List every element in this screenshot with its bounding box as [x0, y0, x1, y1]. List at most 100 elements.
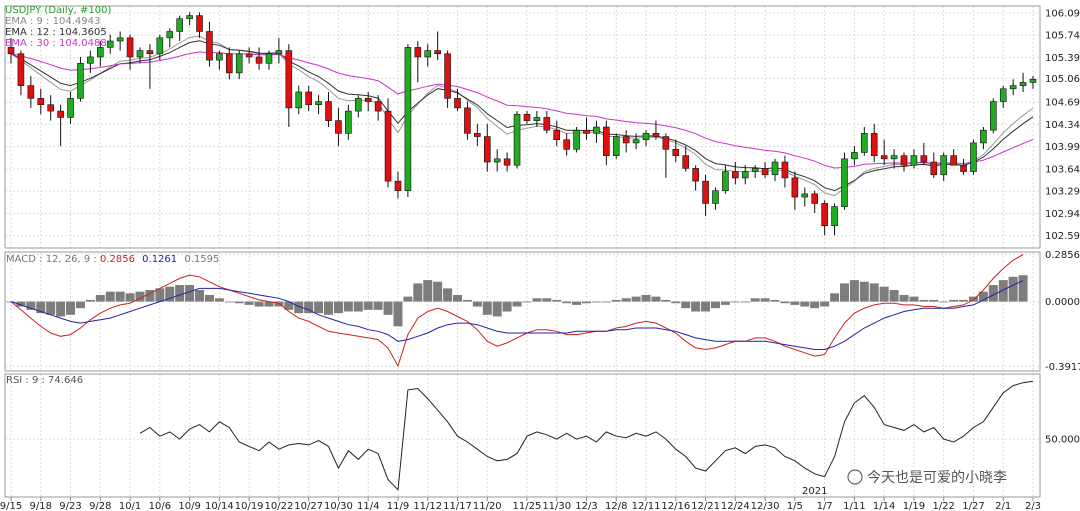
macd-histogram-bar	[790, 301, 800, 305]
x-tick-label: 12/30	[751, 501, 780, 511]
macd-histogram-bar	[919, 299, 929, 302]
candle-body	[593, 126, 600, 134]
macd-histogram-bar	[552, 299, 562, 302]
candle-body	[1019, 82, 1027, 86]
candle-body	[374, 101, 382, 112]
macd-histogram-bar	[651, 296, 661, 302]
x-tick-label: 1/7	[817, 501, 833, 511]
macd-histogram-bar	[661, 299, 671, 302]
macd-histogram-bar	[770, 299, 780, 302]
macd-histogram-bar	[492, 301, 502, 317]
candle-body	[702, 180, 709, 204]
macd-histogram-bar	[453, 294, 463, 302]
candle-body	[1009, 85, 1017, 90]
macd-tick-label: -0.3917	[1045, 362, 1080, 373]
macd-histogram-bar	[681, 301, 691, 309]
candle-body	[17, 53, 25, 86]
x-tick-label: 1/22	[932, 501, 954, 511]
macd-histogram-bar	[929, 299, 939, 302]
candle-body	[761, 168, 769, 176]
macd-histogram-bar	[671, 301, 681, 304]
candle-body	[136, 50, 144, 58]
macd-histogram-bar	[1018, 275, 1028, 302]
candle-body	[851, 152, 858, 160]
macd-histogram-bar	[512, 301, 522, 307]
candle-body	[255, 56, 263, 64]
x-tick-label: 11/25	[513, 501, 542, 511]
candle-body	[285, 50, 293, 109]
price-tick-label: 105.743	[1045, 31, 1080, 42]
candle-body	[27, 85, 35, 99]
x-tick-label: 2/3	[1025, 501, 1041, 511]
macd-histogram-bar	[581, 301, 591, 304]
x-tick-label: 11/9	[387, 501, 409, 511]
macd-histogram-bar	[383, 301, 393, 315]
macd-histogram-bar	[810, 301, 820, 309]
macd-histogram-bar	[601, 301, 611, 303]
macd-histogram-bar	[849, 280, 859, 302]
macd-histogram-bar	[115, 291, 125, 302]
macd-histogram-bar	[413, 283, 423, 302]
x-tick-label: 10/30	[324, 501, 353, 511]
candle-body	[493, 158, 501, 163]
macd-histogram-bar	[691, 301, 701, 312]
candle-body	[87, 56, 94, 64]
candle-body	[861, 133, 868, 153]
candle-body	[672, 148, 680, 156]
x-tick-label: 11/17	[443, 501, 472, 511]
macd-histogram-bar	[780, 301, 790, 304]
candle-body	[424, 50, 432, 58]
candle-body	[206, 31, 213, 61]
macd-histogram-bar	[939, 301, 949, 303]
candle-body	[186, 15, 193, 20]
price-tick-label: 105.393	[1045, 53, 1080, 64]
macd-histogram-bar	[631, 296, 641, 302]
macd-histogram-bar	[403, 296, 413, 302]
x-tick-label: 12/11	[632, 501, 661, 511]
candle-body	[930, 161, 938, 176]
candle-body	[751, 168, 759, 172]
candle-body	[870, 133, 878, 156]
candle-body	[166, 31, 174, 39]
candle-body	[543, 117, 551, 131]
macd-histogram-bar	[85, 299, 95, 302]
macd-label: MACD : 12, 26, 9 : 0.2856 0.1261 0.1595	[6, 254, 219, 265]
candle-body	[414, 47, 422, 58]
candle-body	[305, 91, 312, 106]
candle-body	[622, 136, 630, 144]
candle-body	[47, 104, 54, 112]
macd-histogram-bar	[641, 294, 651, 302]
macd-histogram-bar	[393, 301, 403, 327]
candle-body	[325, 101, 332, 121]
candle-body	[553, 129, 561, 141]
macd-histogram-bar	[889, 290, 899, 302]
candle-body	[563, 139, 570, 150]
x-tick-label: 12/8	[605, 501, 627, 511]
macd-histogram-bar	[710, 301, 720, 309]
candle-body	[235, 53, 243, 74]
rsi-tick-label: 50.000	[1045, 435, 1080, 446]
macd-histogram-bar	[959, 299, 969, 302]
candle-body	[77, 63, 84, 99]
candle-body	[642, 133, 650, 141]
macd-histogram-bar	[314, 301, 324, 314]
x-tick-label: 10/27	[294, 501, 323, 511]
candle-body	[732, 171, 739, 179]
watermark-text: 今天也是可爱的小晓李	[867, 470, 1007, 486]
candle-body	[821, 203, 828, 227]
x-tick-label: 10/6	[149, 501, 171, 511]
macd-histogram-bar	[75, 301, 85, 309]
price-tick-label: 103.293	[1045, 187, 1080, 198]
ema-30-label: EMA : 30 : 104.0488	[5, 38, 107, 49]
x-tick-label: 1/14	[873, 501, 895, 511]
candle-body	[67, 98, 74, 118]
macd-histogram-bar	[859, 281, 869, 302]
candle-body	[940, 155, 947, 176]
candle-body	[216, 53, 223, 61]
x-tick-label: 10/19	[235, 501, 264, 511]
macd-histogram-bar	[66, 301, 76, 315]
x-tick-label: 12/24	[721, 501, 750, 511]
watermark: 今天也是可爱的小晓李	[847, 469, 1007, 486]
candle-body	[176, 18, 183, 32]
candle-body	[999, 88, 1007, 102]
